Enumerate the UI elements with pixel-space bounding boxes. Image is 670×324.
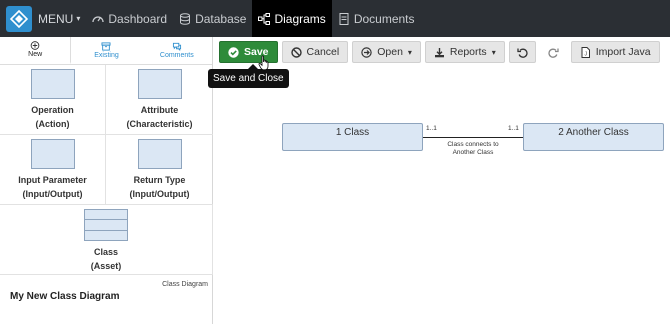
input-parameter-shape bbox=[30, 139, 75, 169]
palette-input-parameter-type: (Input/Output) bbox=[22, 189, 83, 199]
chevron-down-icon: ▾ bbox=[491, 47, 496, 57]
multiplicity-left: 1..1 bbox=[426, 125, 437, 132]
reports-label: Reports bbox=[449, 46, 487, 58]
import-java-label: Import Java bbox=[595, 46, 651, 58]
open-label: Open bbox=[377, 46, 403, 58]
plus-circle-icon bbox=[30, 41, 40, 50]
nav-documents-label: Documents bbox=[353, 11, 415, 26]
palette-return-type-type: (Input/Output) bbox=[129, 189, 190, 199]
association-connector[interactable] bbox=[423, 137, 523, 138]
dashboard-icon bbox=[92, 15, 105, 22]
menu-label: MENU bbox=[38, 11, 74, 26]
palette-return-type[interactable]: Return Type (Input/Output) bbox=[106, 135, 213, 205]
check-circle-icon bbox=[228, 46, 239, 58]
diagram-type-label: Class Diagram bbox=[162, 281, 208, 288]
nav-diagrams-label: Diagrams bbox=[274, 11, 326, 26]
database-icon bbox=[180, 12, 191, 25]
nav-database[interactable]: Database bbox=[173, 0, 252, 37]
palette-attribute-type: (Characteristic) bbox=[126, 119, 193, 129]
palette-operation-type: (Action) bbox=[35, 119, 70, 129]
nav-database-label: Database bbox=[195, 11, 247, 26]
palette-class[interactable]: Class (Asset) bbox=[0, 205, 213, 275]
palette-attribute-name: Attribute bbox=[140, 105, 179, 115]
palette-return-type-name: Return Type bbox=[133, 175, 186, 185]
nav-dashboard-label: Dashboard bbox=[108, 11, 168, 26]
palette-attribute[interactable]: Attribute (Characteristic) bbox=[106, 65, 213, 135]
archive-icon bbox=[101, 42, 111, 51]
cancel-label: Cancel bbox=[306, 46, 340, 58]
chevron-down-icon: ▾ bbox=[407, 47, 412, 57]
menu-dropdown[interactable]: MENU ▾ bbox=[38, 12, 80, 26]
class-node-1[interactable]: 1 Class bbox=[282, 123, 423, 151]
reports-dropdown-button[interactable]: Reports ▾ bbox=[424, 41, 505, 63]
diagram-canvas[interactable] bbox=[214, 65, 670, 324]
logo-icon bbox=[10, 9, 28, 28]
document-icon bbox=[339, 12, 349, 25]
nav-documents[interactable]: Documents bbox=[332, 0, 421, 37]
sidebar-tabs: New Existing Comments bbox=[0, 37, 212, 65]
sidebar: New Existing Comments Operation (Action)… bbox=[0, 37, 213, 324]
undo-icon bbox=[517, 48, 528, 58]
palette-class-name: Class bbox=[93, 247, 119, 257]
chevron-down-icon: ▾ bbox=[76, 14, 81, 23]
palette-class-type: (Asset) bbox=[90, 261, 122, 271]
shape-palette: Operation (Action) Attribute (Characteri… bbox=[0, 65, 213, 275]
class-node-2-title: 2 Another Class bbox=[558, 127, 629, 138]
operation-shape bbox=[30, 69, 75, 99]
nav-diagrams[interactable]: Diagrams bbox=[252, 0, 332, 37]
palette-operation-name: Operation bbox=[31, 105, 74, 115]
arrow-circle-right-icon bbox=[361, 46, 372, 58]
diagram-icon bbox=[258, 12, 271, 25]
diagram-name[interactable]: My New Class Diagram bbox=[10, 291, 120, 302]
return-type-shape bbox=[137, 139, 182, 169]
tab-existing[interactable]: Existing bbox=[71, 37, 141, 64]
palette-input-parameter[interactable]: Input Parameter (Input/Output) bbox=[0, 135, 106, 205]
class-node-1-title: 1 Class bbox=[335, 127, 370, 138]
download-icon bbox=[434, 47, 444, 57]
import-java-button[interactable]: J Import Java bbox=[570, 41, 660, 63]
class-node-2[interactable]: 2 Another Class bbox=[523, 123, 664, 151]
tab-existing-label: Existing bbox=[94, 52, 119, 59]
cancel-button[interactable]: Cancel bbox=[281, 41, 349, 63]
ban-icon bbox=[290, 46, 302, 58]
nav-dashboard[interactable]: Dashboard bbox=[86, 0, 173, 37]
palette-input-parameter-name: Input Parameter bbox=[18, 175, 87, 185]
undo-button[interactable] bbox=[508, 41, 536, 63]
multiplicity-right: 1..1 bbox=[508, 125, 519, 132]
top-navbar: MENU ▾ Dashboard Database Diagrams Docum… bbox=[0, 0, 670, 37]
comments-icon bbox=[172, 42, 181, 51]
connector-label: Class connects to Another Class bbox=[447, 141, 499, 156]
file-code-icon: J bbox=[581, 46, 590, 58]
tab-comments-label: Comments bbox=[159, 52, 194, 59]
tab-new-label: New bbox=[28, 51, 43, 58]
palette-operation[interactable]: Operation (Action) bbox=[0, 65, 106, 135]
app-logo[interactable] bbox=[6, 5, 32, 32]
redo-button[interactable] bbox=[539, 41, 567, 63]
redo-icon bbox=[548, 48, 559, 58]
open-dropdown-button[interactable]: Open ▾ bbox=[352, 41, 421, 63]
tab-comments[interactable]: Comments bbox=[142, 37, 212, 64]
editor-toolbar: Save Cancel Open ▾ Reports ▾ J Import Ja… bbox=[219, 41, 660, 63]
attribute-shape bbox=[137, 69, 182, 99]
tab-new[interactable]: New bbox=[0, 37, 72, 64]
class-shape bbox=[84, 209, 128, 241]
